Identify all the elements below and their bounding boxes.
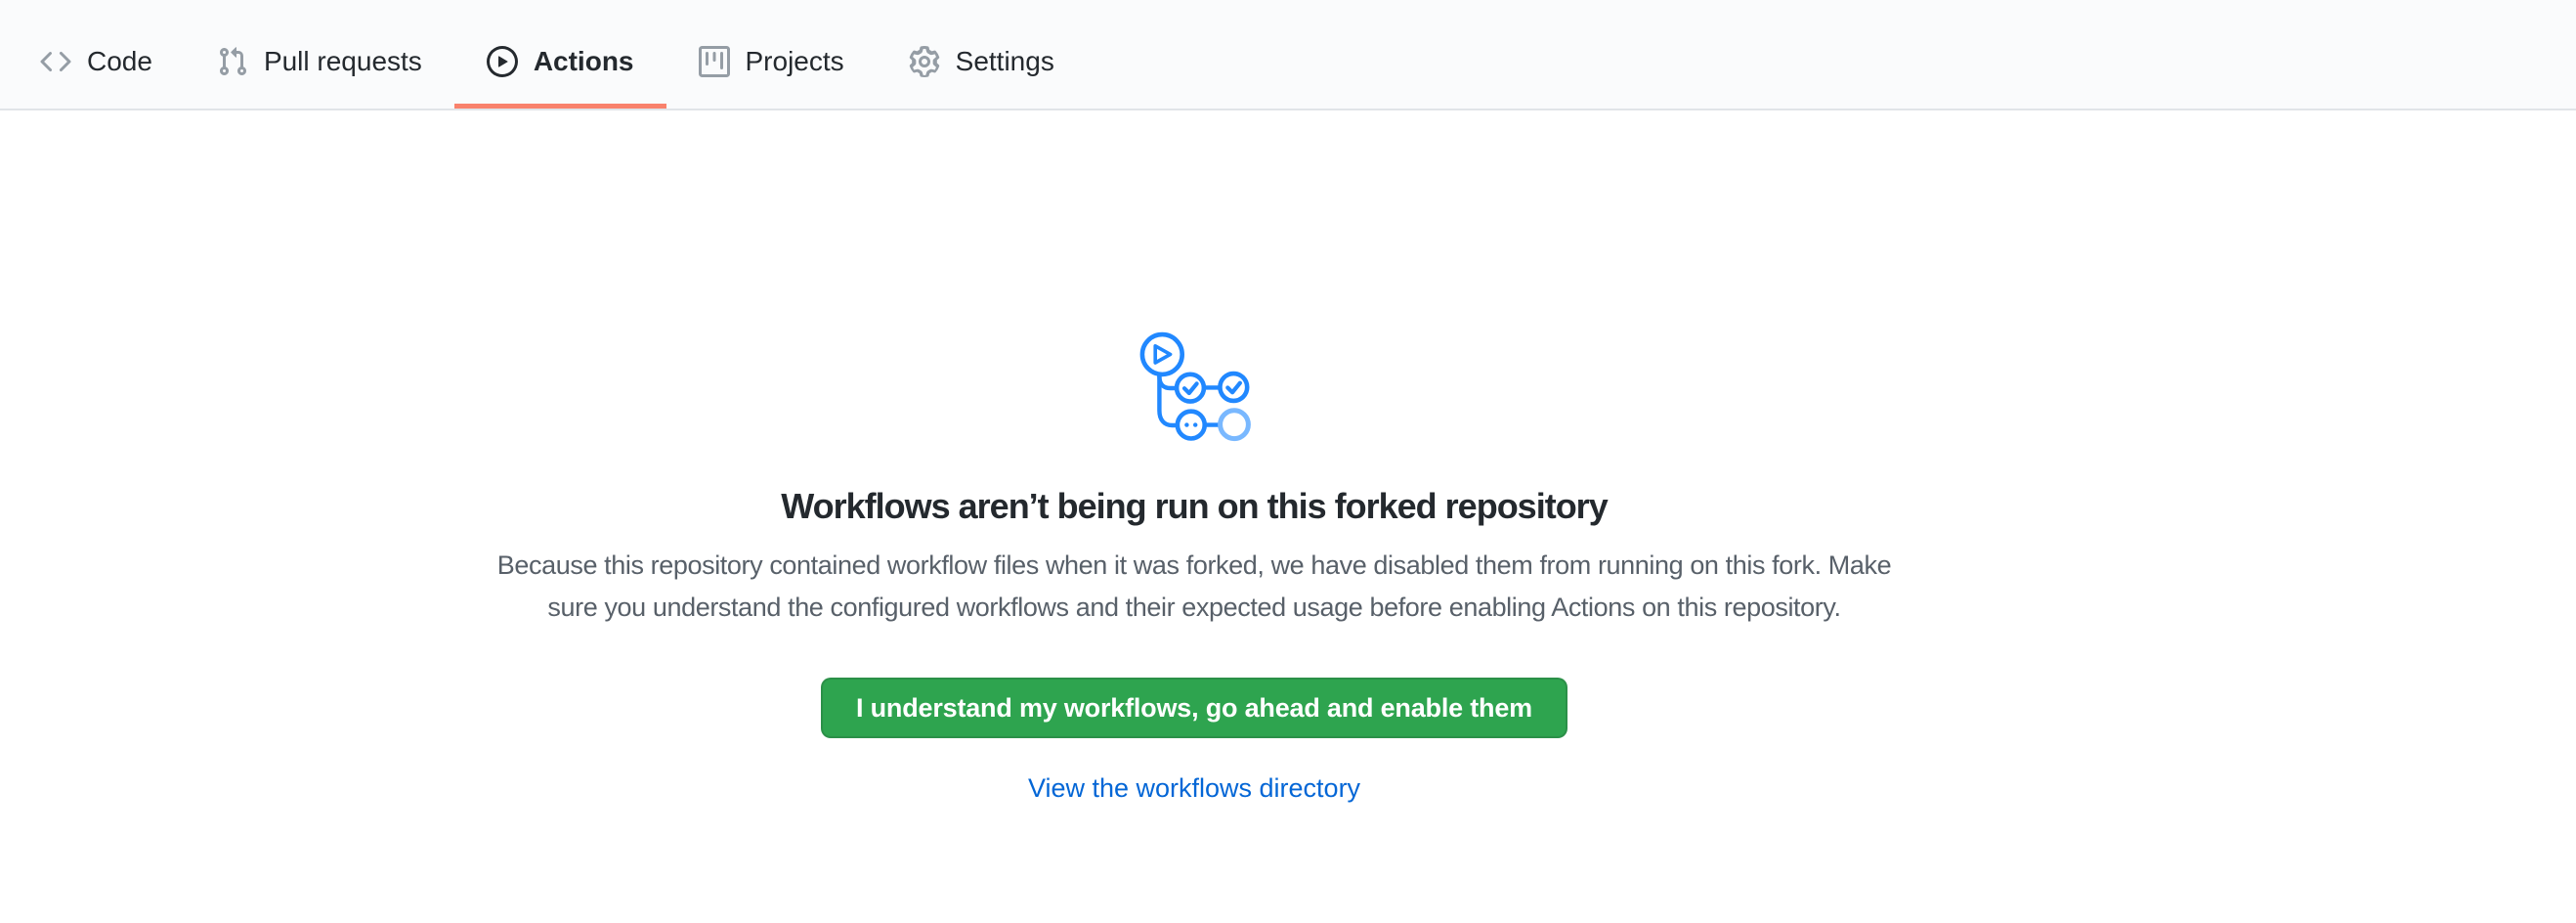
tab-code[interactable]: Code xyxy=(8,14,185,109)
workflows-directory-link[interactable]: View the workflows directory xyxy=(1028,773,1360,803)
workflow-graph-icon xyxy=(1135,328,1254,445)
description: Because this repository contained workfl… xyxy=(0,545,2388,629)
tab-actions-label: Actions xyxy=(534,46,634,77)
enable-workflows-button[interactable]: I understand my workflows, go ahead and … xyxy=(821,678,1567,738)
tab-projects-label: Projects xyxy=(746,46,844,77)
tab-settings-label: Settings xyxy=(956,46,1054,77)
page-title: Workflows aren’t being run on this forke… xyxy=(0,484,2388,529)
tab-projects[interactable]: Projects xyxy=(666,14,877,109)
git-pull-request-icon xyxy=(217,46,248,77)
tab-settings[interactable]: Settings xyxy=(877,14,1087,109)
play-icon xyxy=(487,46,518,77)
gear-icon xyxy=(909,46,940,77)
link-row: View the workflows directory xyxy=(0,768,2388,810)
repo-tab-nav: Code Pull requests Actions Projects Sett… xyxy=(0,0,2576,110)
tab-pull-requests[interactable]: Pull requests xyxy=(185,14,454,109)
project-icon xyxy=(699,46,730,77)
tab-actions[interactable]: Actions xyxy=(454,14,666,109)
description-line-1: Because this repository contained workfl… xyxy=(0,545,2388,587)
tab-code-label: Code xyxy=(87,46,152,77)
code-icon xyxy=(40,46,71,77)
description-line-2: sure you understand the configured workf… xyxy=(0,587,2388,629)
tab-pull-requests-label: Pull requests xyxy=(264,46,422,77)
actions-disabled-empty-state: Workflows aren’t being run on this forke… xyxy=(0,328,2388,810)
